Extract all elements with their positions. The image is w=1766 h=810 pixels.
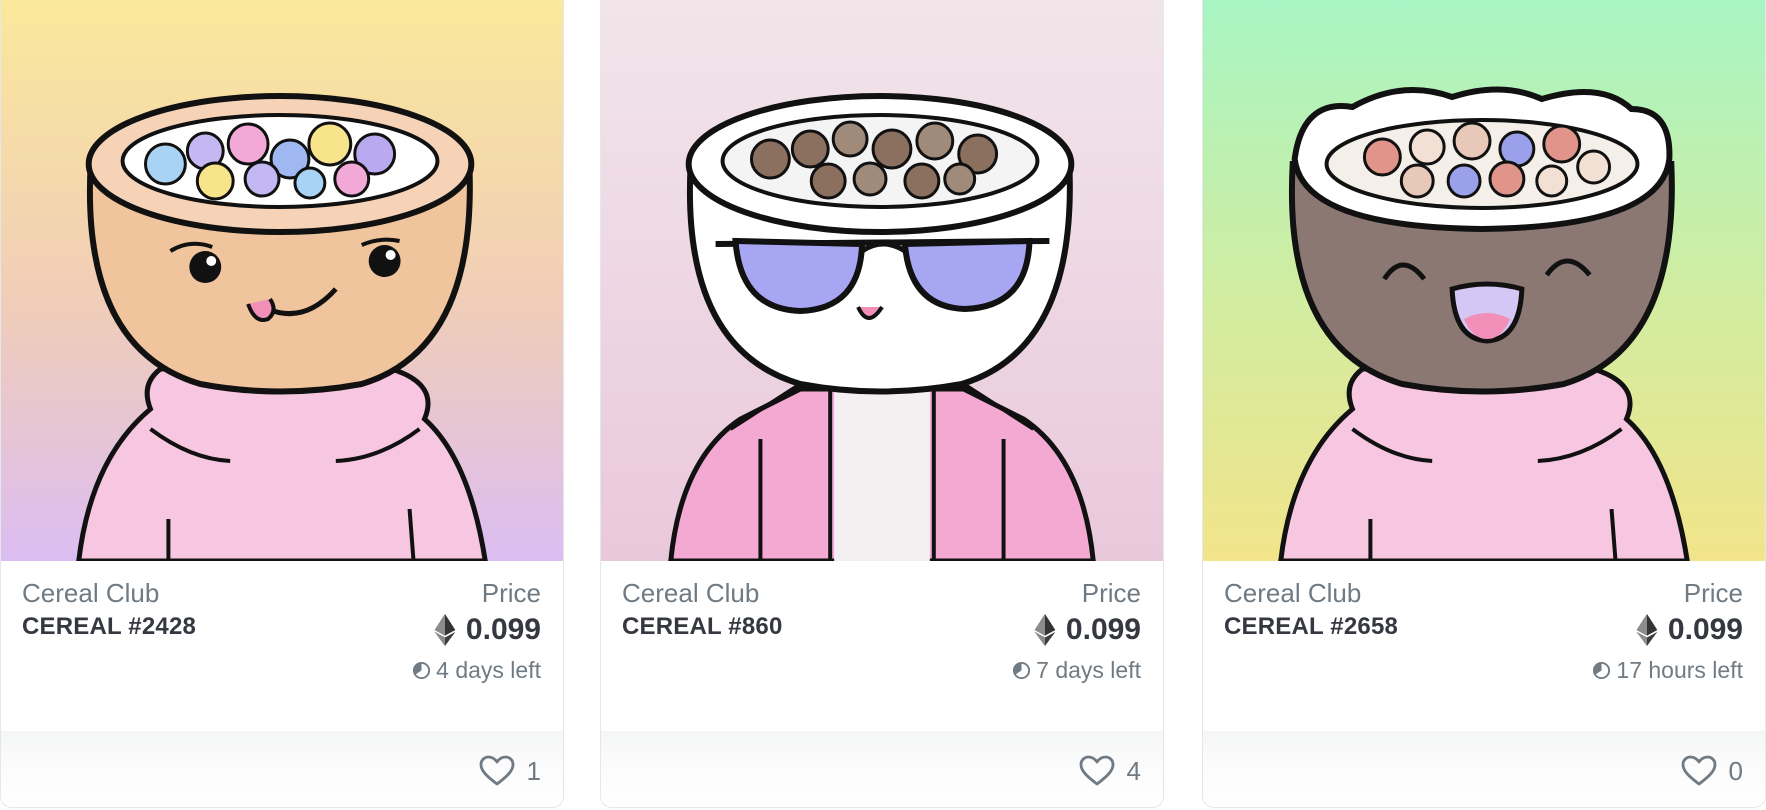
nft-artwork-image[interactable] — [601, 0, 1163, 561]
card-info: Cereal Club CEREAL #860 Price 0.099 7 da… — [601, 561, 1163, 731]
nft-artwork-image[interactable] — [1, 0, 563, 561]
price-value: 0.099 — [465, 613, 541, 646]
clock-icon — [413, 661, 431, 680]
collection-name[interactable]: Cereal Club — [622, 578, 759, 609]
heart-icon[interactable] — [1681, 755, 1717, 787]
time-left-text: 17 hours left — [1616, 657, 1743, 683]
clock-icon — [1013, 661, 1031, 680]
nft-card[interactable]: Cereal Club CEREAL #860 Price 0.099 7 da… — [600, 0, 1164, 808]
token-name[interactable]: CEREAL #2428 — [22, 613, 196, 641]
favorite-button[interactable]: 0 — [1681, 755, 1743, 787]
ethereum-icon — [1636, 614, 1658, 646]
like-count: 4 — [1126, 755, 1141, 786]
heart-icon[interactable] — [479, 755, 515, 787]
card-footer: 1 — [1, 731, 563, 807]
heart-icon[interactable] — [1079, 755, 1115, 787]
card-info: Cereal Club CEREAL #2428 Price 0.099 4 d… — [1, 561, 563, 731]
time-left-row: 4 days left — [412, 657, 541, 684]
price-row: 0.099 — [1636, 613, 1743, 647]
collection-name[interactable]: Cereal Club — [1224, 578, 1361, 609]
price-row: 0.099 — [434, 613, 541, 647]
token-name[interactable]: CEREAL #860 — [622, 613, 783, 641]
card-footer: 4 — [601, 731, 1163, 807]
time-left-text: 7 days left — [1036, 657, 1141, 683]
time-left-row: 7 days left — [1012, 657, 1141, 684]
nft-card-grid: Cereal Club CEREAL #2428 Price 0.099 4 d… — [0, 0, 1766, 810]
ethereum-icon — [1034, 614, 1056, 646]
like-count: 1 — [526, 755, 541, 786]
favorite-button[interactable]: 1 — [479, 755, 541, 787]
like-count: 0 — [1728, 755, 1743, 786]
price-label: Price — [481, 578, 541, 608]
token-name[interactable]: CEREAL #2658 — [1224, 613, 1398, 641]
price-label: Price — [1081, 578, 1141, 608]
nft-artwork-image[interactable] — [1203, 0, 1765, 561]
clock-icon — [1593, 661, 1611, 680]
card-info: Cereal Club CEREAL #2658 Price 0.099 17 … — [1203, 561, 1765, 731]
time-left-row: 17 hours left — [1592, 657, 1743, 684]
nft-card[interactable]: Cereal Club CEREAL #2658 Price 0.099 17 … — [1202, 0, 1766, 808]
card-footer: 0 — [1203, 731, 1765, 807]
ethereum-icon — [434, 614, 456, 646]
nft-card[interactable]: Cereal Club CEREAL #2428 Price 0.099 4 d… — [0, 0, 564, 808]
collection-name[interactable]: Cereal Club — [22, 578, 159, 609]
price-value: 0.099 — [1667, 613, 1743, 646]
price-value: 0.099 — [1065, 613, 1141, 646]
time-left-text: 4 days left — [436, 657, 541, 683]
price-label: Price — [1683, 578, 1743, 608]
favorite-button[interactable]: 4 — [1079, 755, 1141, 787]
price-row: 0.099 — [1034, 613, 1141, 647]
